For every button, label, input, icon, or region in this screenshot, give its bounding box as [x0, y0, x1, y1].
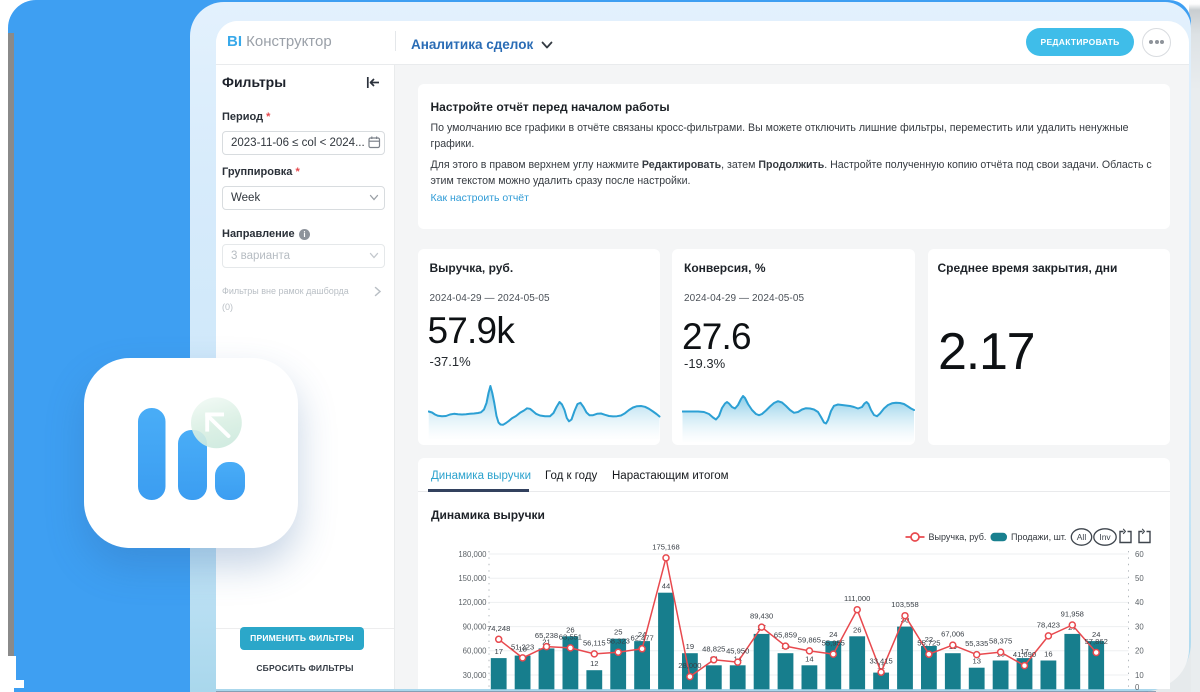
svg-text:10: 10 [1135, 671, 1144, 680]
svg-text:33,415: 33,415 [869, 657, 892, 666]
svg-text:28,000: 28,000 [678, 661, 701, 670]
svg-text:63,551: 63,551 [558, 632, 581, 641]
svg-text:56,115: 56,115 [582, 638, 605, 647]
svg-text:74,248: 74,248 [487, 624, 510, 633]
svg-text:55,335: 55,335 [965, 639, 988, 648]
svg-text:57,862: 57,862 [1084, 637, 1107, 646]
svg-text:180,000: 180,000 [458, 550, 487, 559]
svg-text:50: 50 [1135, 574, 1144, 583]
svg-text:All: All [1076, 532, 1086, 542]
svg-text:0: 0 [1135, 683, 1140, 692]
svg-text:55,955: 55,955 [821, 639, 844, 648]
svg-text:Выручка, руб.: Выручка, руб. [928, 532, 986, 542]
svg-text:150,000: 150,000 [458, 574, 487, 583]
svg-text:55,725: 55,725 [917, 639, 940, 648]
svg-text:14: 14 [805, 654, 813, 663]
svg-text:30: 30 [1135, 622, 1144, 631]
svg-text:90,000: 90,000 [462, 622, 487, 631]
svg-text:175,168: 175,168 [652, 542, 679, 551]
svg-text:89,430: 89,430 [749, 612, 772, 621]
svg-text:25: 25 [613, 628, 621, 637]
svg-text:Inv: Inv [1099, 532, 1111, 542]
svg-text:51,223: 51,223 [510, 642, 533, 651]
svg-text:67,006: 67,006 [941, 630, 964, 639]
svg-text:17: 17 [494, 647, 502, 656]
svg-text:120,000: 120,000 [458, 598, 487, 607]
svg-text:Продажи, шт.: Продажи, шт. [1011, 532, 1066, 542]
svg-text:78,423: 78,423 [1036, 620, 1059, 629]
svg-text:30,000: 30,000 [462, 671, 487, 680]
svg-text:48,825: 48,825 [702, 644, 725, 653]
svg-text:45,950: 45,950 [726, 647, 749, 656]
svg-text:111,000: 111,000 [844, 594, 870, 603]
svg-text:65,859: 65,859 [773, 631, 796, 640]
svg-text:60: 60 [1135, 550, 1144, 559]
svg-text:12: 12 [590, 659, 598, 668]
svg-text:26: 26 [852, 625, 860, 634]
svg-text:65,238: 65,238 [534, 631, 557, 640]
svg-text:58,375: 58,375 [988, 637, 1011, 646]
svg-text:16: 16 [1044, 650, 1052, 659]
svg-text:41,690: 41,690 [1012, 650, 1035, 659]
svg-text:60,000: 60,000 [462, 647, 487, 656]
svg-text:44: 44 [661, 582, 669, 591]
svg-text:103,558: 103,558 [891, 600, 918, 609]
svg-text:20: 20 [1135, 647, 1144, 656]
svg-text:40: 40 [1135, 598, 1144, 607]
svg-text:19: 19 [685, 642, 693, 651]
svg-text:58,323: 58,323 [606, 637, 629, 646]
svg-text:91,958: 91,958 [1060, 610, 1083, 619]
svg-text:59,865: 59,865 [797, 635, 820, 644]
svg-text:62,477: 62,477 [630, 633, 653, 642]
